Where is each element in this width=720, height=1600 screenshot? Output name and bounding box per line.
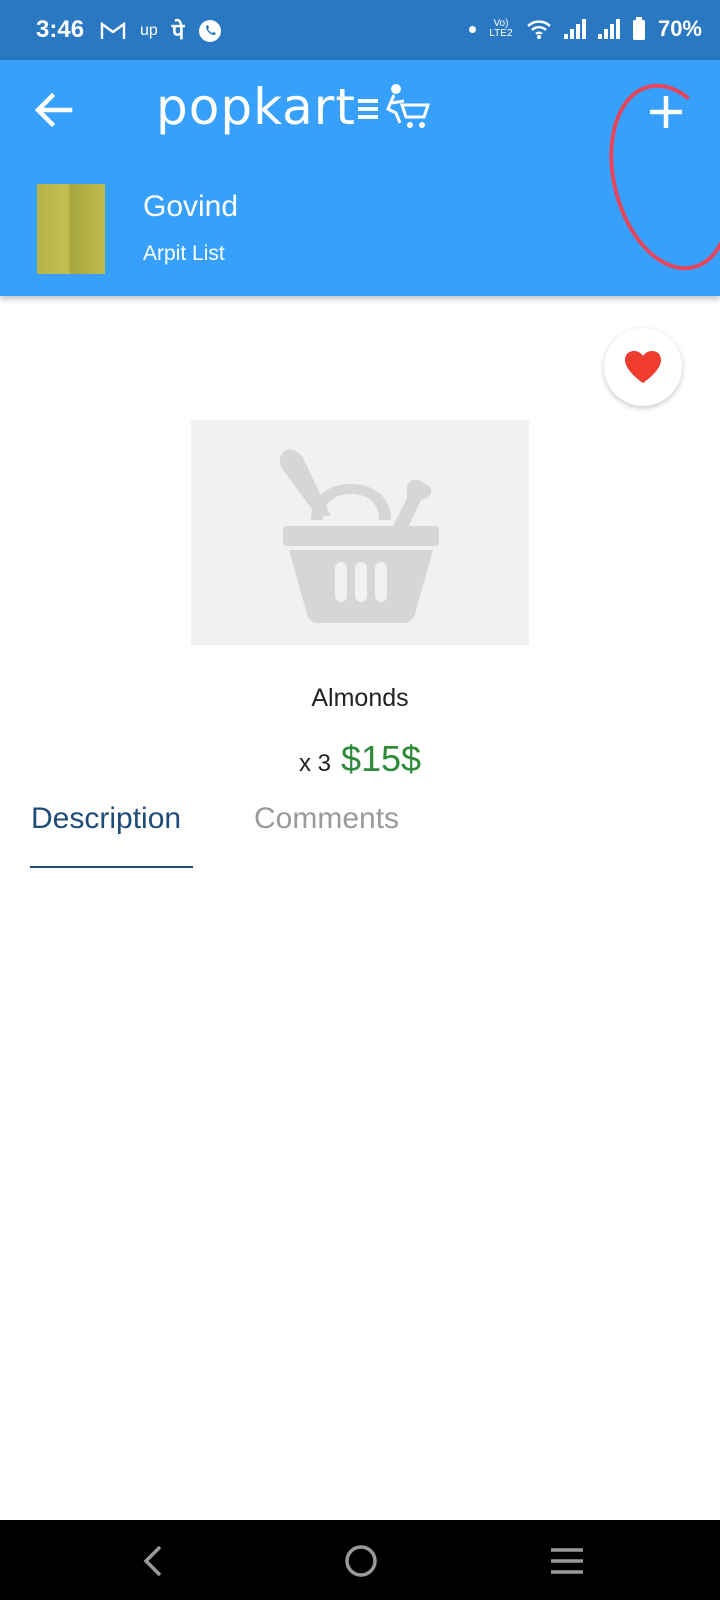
cart-logo-icon bbox=[357, 84, 431, 128]
notification-icons: up पे bbox=[100, 16, 222, 46]
tab-indicator bbox=[30, 866, 193, 868]
up-icon: up bbox=[140, 22, 158, 39]
favorite-button[interactable] bbox=[604, 328, 682, 406]
battery-icon bbox=[632, 17, 645, 40]
nav-home-button[interactable] bbox=[336, 1536, 386, 1586]
list-name: Arpit List bbox=[143, 242, 225, 265]
signal-icon-1 bbox=[563, 19, 586, 39]
back-button[interactable] bbox=[30, 86, 78, 134]
gmail-icon bbox=[100, 21, 126, 39]
tab-comments[interactable]: Comments bbox=[254, 802, 399, 836]
system-nav-bar bbox=[0, 1520, 720, 1600]
product-price: $15$ bbox=[340, 738, 422, 779]
wifi-icon bbox=[527, 20, 551, 39]
app-header: popkart Govind Arpit List bbox=[0, 60, 720, 296]
home-circle-icon bbox=[345, 1545, 377, 1577]
grocery-basket-icon bbox=[279, 449, 439, 623]
popkart-logo: popkart bbox=[156, 78, 434, 136]
battery-percent: 70% bbox=[657, 16, 702, 41]
product-image bbox=[191, 420, 529, 645]
annotation-circle bbox=[590, 70, 720, 284]
avatar bbox=[37, 184, 105, 274]
status-bar: 3:46 up पे Vo) LTE2 70% bbox=[0, 0, 720, 60]
whatsapp-icon bbox=[199, 20, 222, 42]
volte-icon: Vo) LTE2 bbox=[489, 18, 513, 39]
dot-icon bbox=[468, 25, 476, 33]
nav-back-button[interactable] bbox=[128, 1536, 178, 1586]
product-quantity: x 3 bbox=[298, 750, 331, 777]
tab-description[interactable]: Description bbox=[31, 802, 181, 836]
status-time: 3:46 bbox=[36, 16, 85, 43]
menu-icon bbox=[551, 1548, 583, 1574]
chevron-left-icon bbox=[143, 1545, 162, 1577]
nav-menu-button[interactable] bbox=[542, 1536, 592, 1586]
user-name: Govind bbox=[143, 190, 239, 223]
phonepe-icon: पे bbox=[171, 19, 185, 44]
signal-icon-2 bbox=[597, 19, 620, 39]
price-row: x 3 $15$ bbox=[0, 738, 720, 780]
arrow-left-icon bbox=[34, 92, 73, 128]
system-icons: Vo) LTE2 70% bbox=[468, 16, 702, 42]
heart-icon bbox=[625, 351, 661, 383]
product-name: Almonds bbox=[311, 684, 409, 712]
logo-text: popkart bbox=[156, 78, 356, 136]
